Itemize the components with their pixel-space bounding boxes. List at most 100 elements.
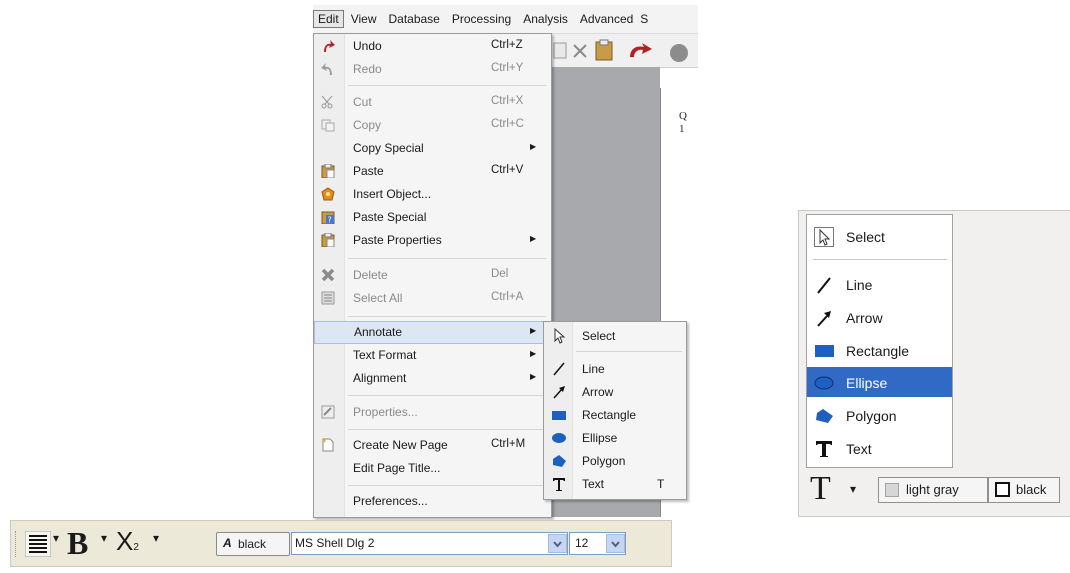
submenu-arrow-icon: ▶ bbox=[530, 326, 537, 335]
text-color-label: black bbox=[238, 537, 267, 551]
menu-item-edit-page-title[interactable]: Edit Page Title... bbox=[314, 457, 551, 480]
rectangle-icon bbox=[552, 411, 566, 420]
dropdown-item-text[interactable]: Text bbox=[807, 433, 952, 463]
submenu-arrow-icon: ▶ bbox=[530, 372, 537, 381]
annotation-toolbar: T ▾ light gray black bbox=[806, 470, 1064, 510]
menu-separator bbox=[348, 258, 546, 259]
line-icon bbox=[817, 277, 831, 294]
menu-item-shortcut: Ctrl+M bbox=[491, 438, 526, 450]
polygon-icon bbox=[816, 409, 833, 423]
submenu-item-rectangle[interactable]: Rectangle bbox=[544, 403, 686, 426]
dropdown-arrow-icon[interactable]: ▾ bbox=[153, 531, 159, 546]
text-tool-icon bbox=[816, 441, 832, 457]
menu-item-copy[interactable]: Copy Ctrl+C bbox=[314, 114, 551, 137]
menu-item-preferences[interactable]: Preferences... bbox=[314, 490, 551, 513]
rectangle-icon bbox=[815, 345, 834, 357]
menu-item-text-format[interactable]: Text Format ▶ bbox=[314, 344, 551, 367]
text-tool-button[interactable]: T bbox=[810, 470, 831, 508]
fill-color-button[interactable]: light gray bbox=[878, 477, 988, 503]
menu-item-label: Copy bbox=[353, 118, 382, 132]
menu-item-label: Annotate bbox=[354, 325, 403, 339]
bold-button[interactable]: B bbox=[67, 525, 88, 562]
menu-overflow[interactable]: S bbox=[640, 10, 648, 28]
dropdown-item-label: Text bbox=[846, 441, 872, 457]
scissors-icon bbox=[321, 95, 333, 109]
menu-item-insert-object[interactable]: Insert Object... bbox=[314, 183, 551, 206]
dropdown-arrow-icon[interactable]: ▾ bbox=[101, 531, 107, 546]
dropdown-item-select[interactable]: Select bbox=[807, 221, 952, 251]
document-text-line: Q bbox=[679, 110, 687, 122]
menu-item-copy-special[interactable]: Copy Special ▶ bbox=[314, 137, 551, 160]
menu-item-create-new-page[interactable]: Create New Page Ctrl+M bbox=[314, 434, 551, 457]
menu-item-cut[interactable]: Cut Ctrl+X bbox=[314, 91, 551, 114]
submenu-item-arrow[interactable]: Arrow bbox=[544, 380, 686, 403]
menu-item-paste[interactable]: Paste Ctrl+V bbox=[314, 160, 551, 183]
fill-swatch-icon bbox=[885, 483, 899, 497]
menu-item-shortcut: Ctrl+X bbox=[491, 95, 524, 107]
submenu-item-line[interactable]: Line bbox=[544, 357, 686, 380]
menu-item-shortcut: Ctrl+C bbox=[491, 118, 524, 130]
dropdown-item-line[interactable]: Line bbox=[807, 269, 952, 299]
menu-item-paste-special[interactable]: ? Paste Special bbox=[314, 206, 551, 229]
chevron-down-icon[interactable] bbox=[606, 534, 625, 553]
redo-icon bbox=[321, 63, 332, 75]
menu-database[interactable]: Database bbox=[383, 10, 444, 28]
text-tool-icon bbox=[553, 478, 565, 491]
align-left-icon[interactable] bbox=[25, 531, 51, 557]
menu-item-label: Paste Special bbox=[353, 210, 427, 224]
menu-item-redo[interactable]: Redo Ctrl+Y bbox=[314, 58, 551, 81]
menu-item-label: Paste Properties bbox=[353, 233, 442, 247]
svg-text:?: ? bbox=[328, 216, 332, 225]
dropdown-item-arrow[interactable]: Arrow bbox=[807, 302, 952, 332]
ellipse-icon bbox=[552, 433, 566, 443]
line-color-button[interactable]: black bbox=[988, 477, 1060, 503]
font-name-select[interactable]: MS Shell Dlg 2 bbox=[291, 532, 568, 555]
font-size-value: 12 bbox=[575, 536, 589, 550]
menu-advanced[interactable]: Advanced bbox=[575, 10, 638, 28]
submenu-item-select[interactable]: Select bbox=[544, 324, 686, 347]
dropdown-arrow-icon[interactable]: ▾ bbox=[850, 482, 856, 496]
dropdown-item-label: Select bbox=[846, 229, 885, 245]
menu-item-properties[interactable]: Properties... bbox=[314, 401, 551, 424]
dropdown-arrow-icon[interactable]: ▾ bbox=[53, 531, 59, 546]
menu-item-paste-properties[interactable]: Paste Properties ▶ bbox=[314, 229, 551, 252]
submenu-arrow-icon: ▶ bbox=[530, 349, 537, 358]
menu-item-annotate[interactable]: Annotate ▶ bbox=[314, 321, 551, 344]
submenu-item-label: Polygon bbox=[582, 454, 626, 468]
menu-separator bbox=[348, 395, 546, 396]
chevron-down-icon[interactable] bbox=[548, 534, 567, 553]
dropdown-item-rectangle[interactable]: Rectangle bbox=[807, 335, 952, 365]
undo-icon bbox=[324, 40, 335, 52]
menu-item-label: Undo bbox=[353, 39, 382, 53]
menu-separator bbox=[348, 485, 546, 486]
menu-view[interactable]: View bbox=[346, 10, 382, 28]
menu-item-select-all[interactable]: Select All Ctrl+A bbox=[314, 287, 551, 310]
menu-analysis[interactable]: Analysis bbox=[518, 10, 573, 28]
ellipse-icon bbox=[814, 376, 834, 390]
menu-item-alignment[interactable]: Alignment ▶ bbox=[314, 367, 551, 390]
format-toolbar: ▾ B ▾ X2 ▾ A black MS Shell Dlg 2 12 bbox=[10, 520, 672, 567]
text-color-button[interactable]: A black bbox=[216, 532, 290, 556]
submenu-item-text[interactable]: Text T bbox=[544, 472, 686, 495]
menu-item-delete[interactable]: Delete Del bbox=[314, 264, 551, 287]
submenu-item-ellipse[interactable]: Ellipse bbox=[544, 426, 686, 449]
annotate-submenu: Select Line Arrow Rectangle Ellipse Poly… bbox=[543, 321, 687, 500]
dropdown-item-polygon[interactable]: Polygon bbox=[807, 400, 952, 430]
insert-object-icon bbox=[321, 187, 335, 201]
dropdown-item-ellipse[interactable]: Ellipse bbox=[807, 367, 952, 397]
menu-item-shortcut: Ctrl+Z bbox=[491, 39, 523, 51]
menu-item-undo[interactable]: Undo Ctrl+Z bbox=[314, 35, 551, 58]
submenu-item-polygon[interactable]: Polygon bbox=[544, 449, 686, 472]
annotation-dropdown: Select Line Arrow Rectangle Ellipse Poly… bbox=[806, 214, 953, 468]
menu-processing[interactable]: Processing bbox=[447, 10, 516, 28]
font-size-select[interactable]: 12 bbox=[569, 532, 626, 555]
font-name-value: MS Shell Dlg 2 bbox=[295, 536, 375, 550]
toolbar-grip[interactable] bbox=[15, 531, 19, 557]
dropdown-item-label: Line bbox=[846, 277, 873, 293]
polygon-icon bbox=[553, 455, 566, 467]
menu-item-label: Insert Object... bbox=[353, 187, 432, 201]
menu-edit[interactable]: Edit bbox=[313, 10, 344, 28]
subscript-glyph: 2 bbox=[133, 542, 139, 553]
subscript-button[interactable]: X2 bbox=[116, 526, 139, 557]
submenu-arrow-icon: ▶ bbox=[530, 234, 537, 243]
